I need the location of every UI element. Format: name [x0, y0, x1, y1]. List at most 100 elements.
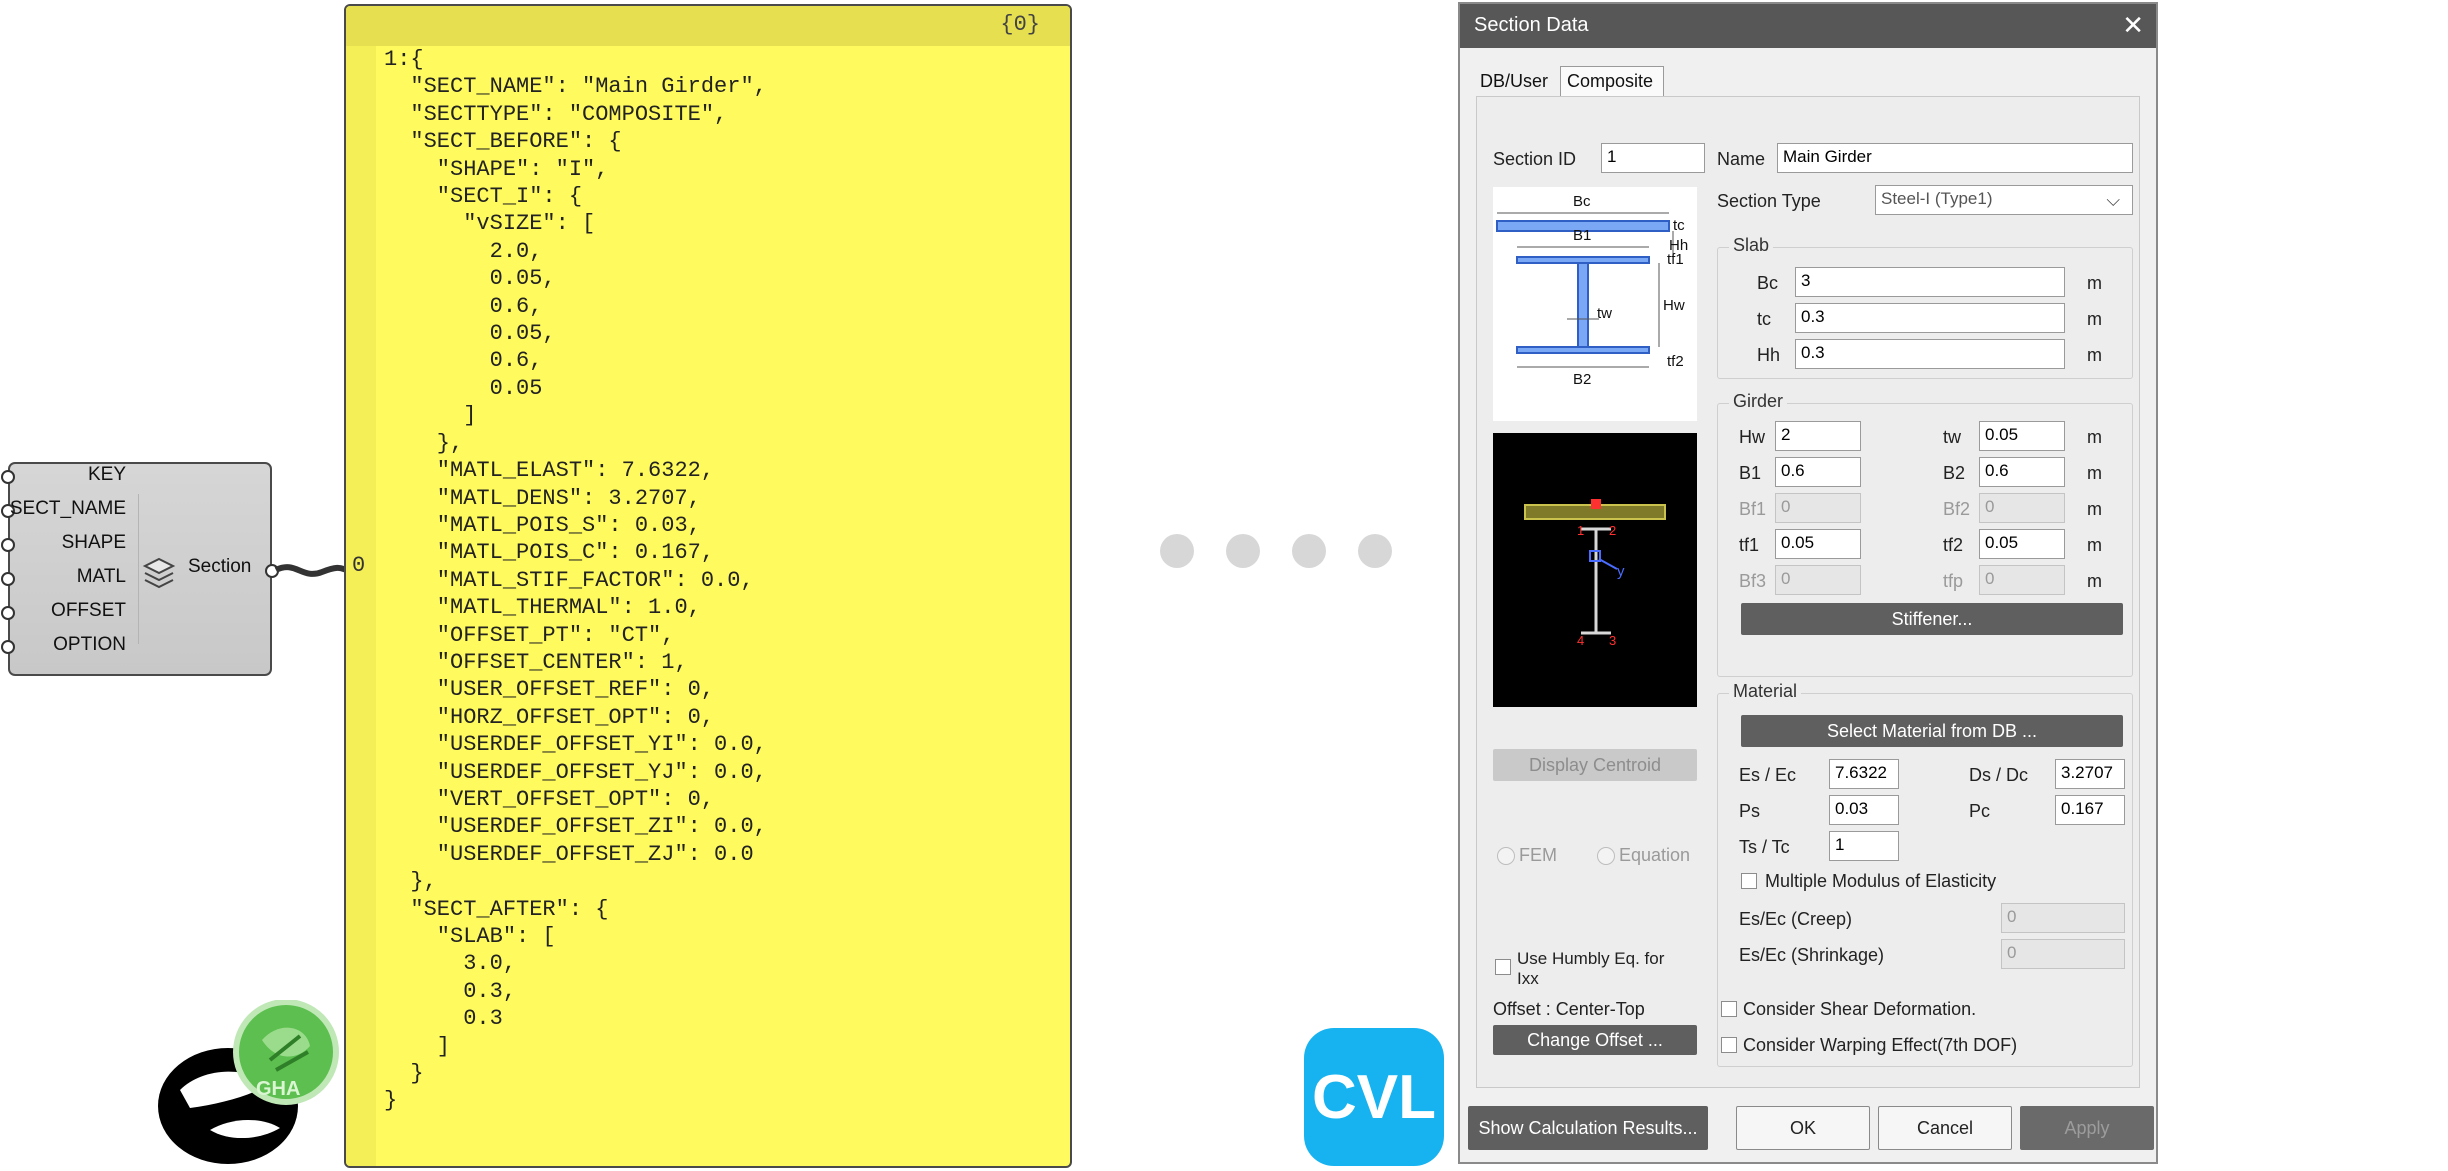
girder-tfp-input: 0 — [1979, 565, 2065, 595]
unit-label: m — [2087, 427, 2102, 447]
tab-composite[interactable]: Composite — [1560, 66, 1664, 96]
panel-line: "MATL_ELAST": 7.6322, — [384, 458, 715, 484]
multiple-modulus-checkbox[interactable] — [1741, 873, 1757, 889]
girder-b2-input[interactable]: 0.6 — [1979, 457, 2065, 487]
port-pin[interactable] — [1, 470, 15, 484]
panel-line: "MATL_THERMAL": 1.0, — [384, 595, 701, 621]
panel-line: "MATL_POIS_C": 0.167, — [384, 540, 715, 566]
consider-warping-checkbox[interactable] — [1721, 1037, 1737, 1053]
humbly-checkbox[interactable] — [1495, 959, 1511, 975]
port-pin[interactable] — [1, 538, 15, 552]
input-port-option[interactable]: OPTION — [53, 634, 126, 656]
girder-bf3-input: 0 — [1775, 565, 1861, 595]
ps-input[interactable]: 0.03 — [1829, 795, 1899, 825]
consider-shear-checkbox[interactable] — [1721, 1001, 1737, 1017]
girder-b1-label: B1 — [1739, 463, 1762, 483]
girder-b2-label: B2 — [1943, 463, 1966, 483]
panel-line: "USERDEF_OFFSET_YI": 0.0, — [384, 732, 767, 758]
girder-b1-input[interactable]: 0.6 — [1775, 457, 1861, 487]
girder-tf2-label: tf2 — [1943, 535, 1964, 555]
diagram-hw: Hw — [1663, 297, 1685, 314]
slab-bc-input[interactable]: 3 — [1795, 267, 2065, 297]
ellipsis-dot — [1160, 534, 1194, 568]
stiffener-button[interactable]: Stiffener... — [1741, 603, 2123, 635]
panel-line: ] — [384, 403, 477, 429]
dialog-titlebar[interactable]: Section Data ✕ — [1460, 4, 2156, 48]
input-port-shape[interactable]: SHAPE — [62, 532, 126, 554]
pc-label: Pc — [1969, 801, 1991, 821]
apply-button[interactable]: Apply — [2020, 1106, 2154, 1150]
girder-tf1-label: tf1 — [1739, 535, 1760, 555]
creep-input: 0 — [2001, 903, 2125, 933]
display-centroid-button[interactable]: Display Centroid — [1493, 749, 1697, 781]
name-input[interactable]: Main Girder — [1777, 143, 2133, 173]
panel-header: {0} — [346, 6, 1070, 46]
component-divider — [138, 494, 139, 644]
panel-line: "OFFSET_CENTER": 1, — [384, 649, 688, 675]
ok-button[interactable]: OK — [1736, 1106, 1870, 1150]
es-ec-input[interactable]: 7.6322 — [1829, 759, 1899, 789]
slab-group-title: Slab — [1729, 235, 1774, 256]
slab-hh-input[interactable]: 0.3 — [1795, 339, 2065, 369]
panel-line: } — [384, 1088, 398, 1114]
panel-line: 0.3, — [384, 978, 517, 1004]
panel-line: "USER_OFFSET_REF": 0, — [384, 677, 715, 703]
panel-line: 0.05, — [384, 266, 556, 292]
section-component[interactable]: Section KEY SECT_NAME SHAPE MATL OFFSET OPTIO… — [1, 462, 279, 676]
unit-label: m — [2087, 499, 2102, 519]
section-type-value: Steel-I (Type1) — [1881, 189, 1993, 208]
show-calculation-results-button[interactable]: Show Calculation Results... — [1468, 1106, 1708, 1150]
girder-hw-input[interactable]: 2 — [1775, 421, 1861, 451]
ts-tc-input[interactable]: 1 — [1829, 831, 1899, 861]
girder-tf1-input[interactable]: 0.05 — [1775, 529, 1861, 559]
input-port-offset[interactable]: OFFSET — [51, 600, 126, 622]
cancel-button[interactable]: Cancel — [1878, 1106, 2012, 1150]
girder-tf2-input[interactable]: 0.05 — [1979, 529, 2065, 559]
pc-input[interactable]: 0.167 — [2055, 795, 2125, 825]
panel-line: 1:{ — [384, 47, 424, 72]
port-pin[interactable] — [1, 572, 15, 586]
panel-gutter — [346, 46, 376, 1166]
section-type-select[interactable]: Steel-I (Type1) ⌵ — [1875, 185, 2133, 215]
ps-label: Ps — [1739, 801, 1761, 821]
input-port-key[interactable]: KEY — [88, 464, 126, 486]
change-offset-button[interactable]: Change Offset ... — [1493, 1025, 1697, 1055]
panel-line: 2.0, — [384, 238, 543, 264]
preview-node-1: 1 — [1577, 523, 1585, 538]
port-pin[interactable] — [1, 606, 15, 620]
panel-line: 0.3 — [384, 1006, 503, 1032]
es-ec-label: Es / Ec — [1739, 765, 1797, 785]
equation-radio[interactable] — [1597, 847, 1615, 865]
text-panel[interactable]: {0} 1:{ "SECT_NAME": "Main Girder", "SEC… — [344, 4, 1072, 1168]
fem-radio[interactable] — [1497, 847, 1515, 865]
input-port-sect-name[interactable]: SECT_NAME — [10, 498, 126, 520]
preview-node-4: 4 — [1577, 633, 1585, 648]
slab-tc-input[interactable]: 0.3 — [1795, 303, 2065, 333]
section-id-label: Section ID — [1493, 149, 1577, 169]
panel-line: "vSIZE": [ — [384, 211, 596, 237]
close-icon[interactable]: ✕ — [2122, 10, 2144, 41]
girder-tw-input[interactable]: 0.05 — [1979, 421, 2065, 451]
unit-label: m — [2087, 535, 2102, 555]
unit-label: m — [2087, 463, 2102, 483]
port-pin[interactable] — [1, 640, 15, 654]
diagram-tf2: tf2 — [1667, 353, 1684, 370]
gha-badge: GHA — [256, 1078, 301, 1100]
panel-line: "VERT_OFFSET_OPT": 0, — [384, 786, 715, 812]
tab-db-user[interactable]: DB/User — [1474, 66, 1560, 96]
slab-tc-label: tc — [1757, 309, 1772, 329]
composite-tab-page: Section ID 1 Name Main Girder Section Ty… — [1476, 96, 2140, 1088]
select-material-button[interactable]: Select Material from DB ... — [1741, 715, 2123, 747]
panel-line: "SHAPE": "I", — [384, 156, 609, 182]
diagram-tf1: tf1 — [1667, 251, 1684, 268]
humbly-label-ixx: Ixx — [1517, 969, 1539, 988]
panel-line: "SECT_I": { — [384, 184, 583, 210]
panel-line: 0.05, — [384, 321, 556, 347]
panel-line: ] — [384, 1033, 451, 1059]
input-port-matl[interactable]: MATL — [77, 566, 126, 588]
ds-dc-input[interactable]: 3.2707 — [2055, 759, 2125, 789]
component-label: Section — [188, 556, 252, 577]
section-id-input[interactable]: 1 — [1601, 143, 1705, 173]
panel-content: 1:{ "SECT_NAME": "Main Girder", "SECTTYP… — [384, 46, 767, 1115]
consider-warping-label: Consider Warping Effect(7th DOF) — [1743, 1035, 2018, 1055]
